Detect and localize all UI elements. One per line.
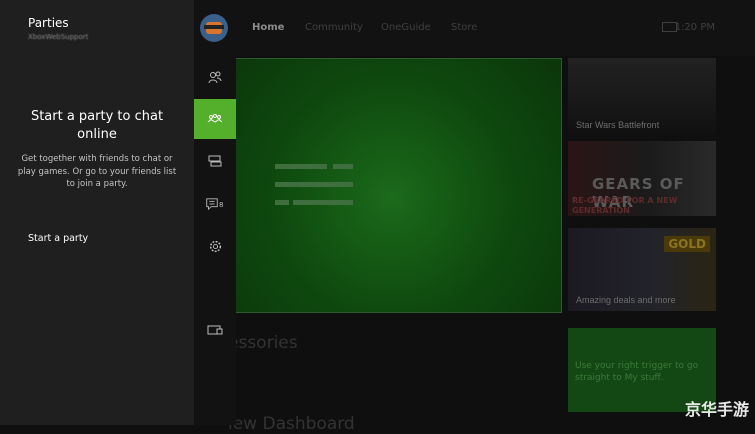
section-heading: essories xyxy=(228,333,298,353)
panel-description: Get together with friends to chat or pla… xyxy=(17,154,177,189)
gears-tile[interactable]: GEARS OF WAR RE-GEARED FOR A NEW GENERAT… xyxy=(568,141,716,216)
notifications-button[interactable] xyxy=(194,184,236,224)
avatar-band xyxy=(204,25,224,29)
section-heading: iew Dashboard xyxy=(228,414,355,434)
clock: 1:20 PM xyxy=(674,22,715,33)
messages-icon xyxy=(208,155,222,167)
friends-icon xyxy=(208,71,222,84)
watermark: 京华手游 xyxy=(684,400,749,419)
tile-label: Star Wars Battlefront xyxy=(576,120,660,130)
panel-heading: Start a party to chat online xyxy=(30,109,164,142)
start-party-button[interactable]: Start a party xyxy=(28,233,88,244)
hero-tile[interactable] xyxy=(222,58,562,313)
hero-line xyxy=(333,164,353,169)
hero-line xyxy=(275,182,353,187)
hero-line xyxy=(275,200,289,205)
friends-button[interactable] xyxy=(194,58,236,98)
party-button[interactable] xyxy=(194,99,236,139)
party-icon xyxy=(207,114,223,123)
settings-button[interactable] xyxy=(194,226,236,266)
tab-store[interactable]: Store xyxy=(451,22,477,33)
snap-button[interactable] xyxy=(194,311,236,351)
gold-tile[interactable]: GOLD Amazing deals and more xyxy=(568,228,716,311)
gamertag: XboxWebSupport xyxy=(28,33,89,41)
panel-title: Parties xyxy=(28,16,69,30)
gears-subtitle: RE-GEARED FOR A NEW GENERATION xyxy=(572,196,678,215)
tab-home[interactable]: Home xyxy=(252,22,284,33)
settings-icon xyxy=(209,240,221,252)
tab-oneguide[interactable]: OneGuide xyxy=(381,22,431,33)
tile-label: Use your right trigger to go straight to… xyxy=(575,361,699,383)
tab-community[interactable]: Community xyxy=(305,22,363,33)
avatar[interactable] xyxy=(200,14,228,42)
messages-button[interactable] xyxy=(194,141,236,181)
hero-line xyxy=(275,164,327,169)
tile-label: Amazing deals and more xyxy=(576,295,676,305)
snap-icon xyxy=(207,325,223,335)
starwars-tile[interactable]: Star Wars Battlefront xyxy=(568,58,716,136)
notifications-icon xyxy=(206,198,218,211)
hero-line xyxy=(293,200,353,205)
guide-panel: Parties XboxWebSupport Start a party to … xyxy=(0,0,194,425)
gold-badge: GOLD xyxy=(664,236,710,252)
notification-count: 8 xyxy=(219,201,224,209)
